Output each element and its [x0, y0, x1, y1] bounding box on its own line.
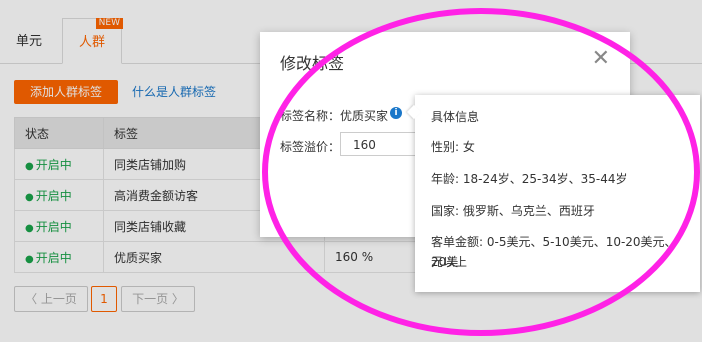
highlight-ellipse: [262, 8, 700, 336]
